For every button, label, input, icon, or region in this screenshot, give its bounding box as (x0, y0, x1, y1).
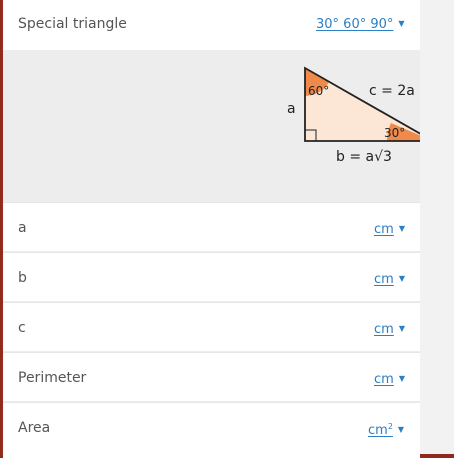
side-b-label: b = a√3 (336, 149, 392, 165)
dropdown-caret-icon: ▼ (398, 374, 405, 383)
unit-value-c: cm (374, 322, 394, 337)
dropdown-caret-icon: ▼ (398, 19, 405, 28)
field-row-a: a cm ▼ (3, 202, 420, 251)
special-triangle-row: Special triangle 30° 60° 90° ▼ (3, 0, 420, 50)
triangle-svg: 60° 30° a c = 2a b = a√3 (287, 66, 437, 165)
field-row-c: c cm ▼ (3, 302, 420, 351)
angle-60-label: 60° (308, 84, 329, 98)
unit-value-area: cm (368, 423, 388, 438)
side-a-label: a (287, 101, 296, 117)
field-row-area: Area cm2 ▼ (3, 402, 420, 458)
dropdown-caret-icon: ▼ (398, 274, 405, 283)
unit-select-c[interactable]: cm ▼ (374, 322, 405, 337)
unit-select-area[interactable]: cm2 ▼ (368, 422, 404, 438)
angle-30-label: 30° (384, 126, 405, 140)
unit-value-perimeter: cm (374, 372, 394, 387)
field-label-area: Area (18, 420, 51, 436)
triangle-type-select[interactable]: 30° 60° 90° ▼ (316, 17, 405, 32)
unit-value-a: cm (374, 222, 394, 237)
unit-select-perimeter[interactable]: cm ▼ (374, 372, 405, 387)
unit-exponent-area: 2 (387, 422, 393, 431)
field-label-b: b (18, 270, 27, 286)
dropdown-caret-icon: ▼ (398, 324, 405, 333)
field-label-c: c (18, 320, 26, 336)
dropdown-caret-icon: ▼ (397, 425, 405, 434)
unit-select-b[interactable]: cm ▼ (374, 272, 405, 287)
field-row-perimeter: Perimeter cm ▼ (3, 352, 420, 401)
field-label-a: a (18, 220, 27, 236)
dropdown-caret-icon: ▼ (398, 224, 405, 233)
field-label-perimeter: Perimeter (18, 370, 87, 386)
special-triangle-label: Special triangle (18, 16, 127, 32)
unit-value-b: cm (374, 272, 394, 287)
calculator-panel: Special triangle 30° 60° 90° ▼ 60° 30° a … (3, 0, 437, 458)
side-c-label: c = 2a (369, 83, 415, 99)
field-row-b: b cm ▼ (3, 252, 420, 301)
triangle-diagram: 60° 30° a c = 2a b = a√3 (3, 50, 437, 202)
unit-select-a[interactable]: cm ▼ (374, 222, 405, 237)
triangle-type-value: 30° 60° 90° (316, 17, 394, 32)
